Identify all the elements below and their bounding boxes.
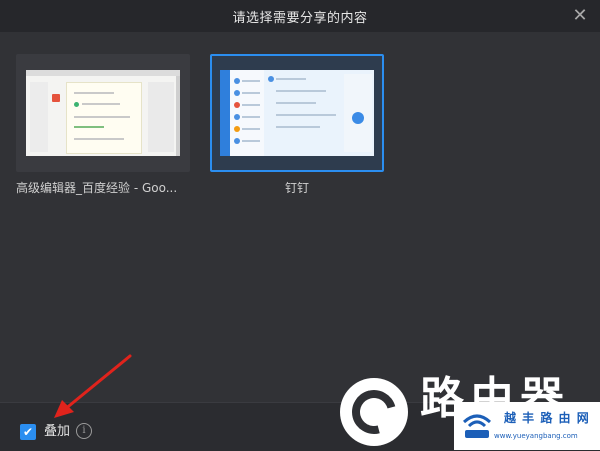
dialog-title: 请选择需要分享的内容 [232,10,368,26]
overlay-checkbox-label[interactable]: 叠加 [44,424,70,440]
thumbnail-frame [210,54,384,172]
close-icon[interactable]: ✕ [570,6,590,26]
window-picker: 高级编辑器_百度经验 - Goo... 钉钉 [0,32,600,402]
browser-preview-image [26,70,180,156]
router-icon [462,414,492,438]
annotation-arrow-icon [54,354,132,418]
watermark-site-title: 越 丰 路 由 网 [504,411,590,425]
dingtalk-preview-image [220,70,374,156]
info-icon[interactable]: i [76,423,92,439]
watermark-site-badge: 越 丰 路 由 网 www.yueyangbang.com [454,402,600,450]
thumbnail-label: 高级编辑器_百度经验 - Goo... [16,181,178,195]
watermark-logo-icon [340,378,408,446]
thumbnail-label: 钉钉 [284,181,309,195]
window-thumbnail-browser[interactable]: 高级编辑器_百度经验 - Goo... [16,54,190,196]
checkmark-icon: ✔ [22,425,34,439]
window-thumbnail-dingtalk[interactable]: 钉钉 [210,54,384,196]
dialog-titlebar: 请选择需要分享的内容 ✕ [0,0,600,32]
watermark-site-url: www.yueyangbang.com [494,432,578,440]
thumbnail-frame [16,54,190,172]
overlay-checkbox[interactable]: ✔ [20,424,36,440]
